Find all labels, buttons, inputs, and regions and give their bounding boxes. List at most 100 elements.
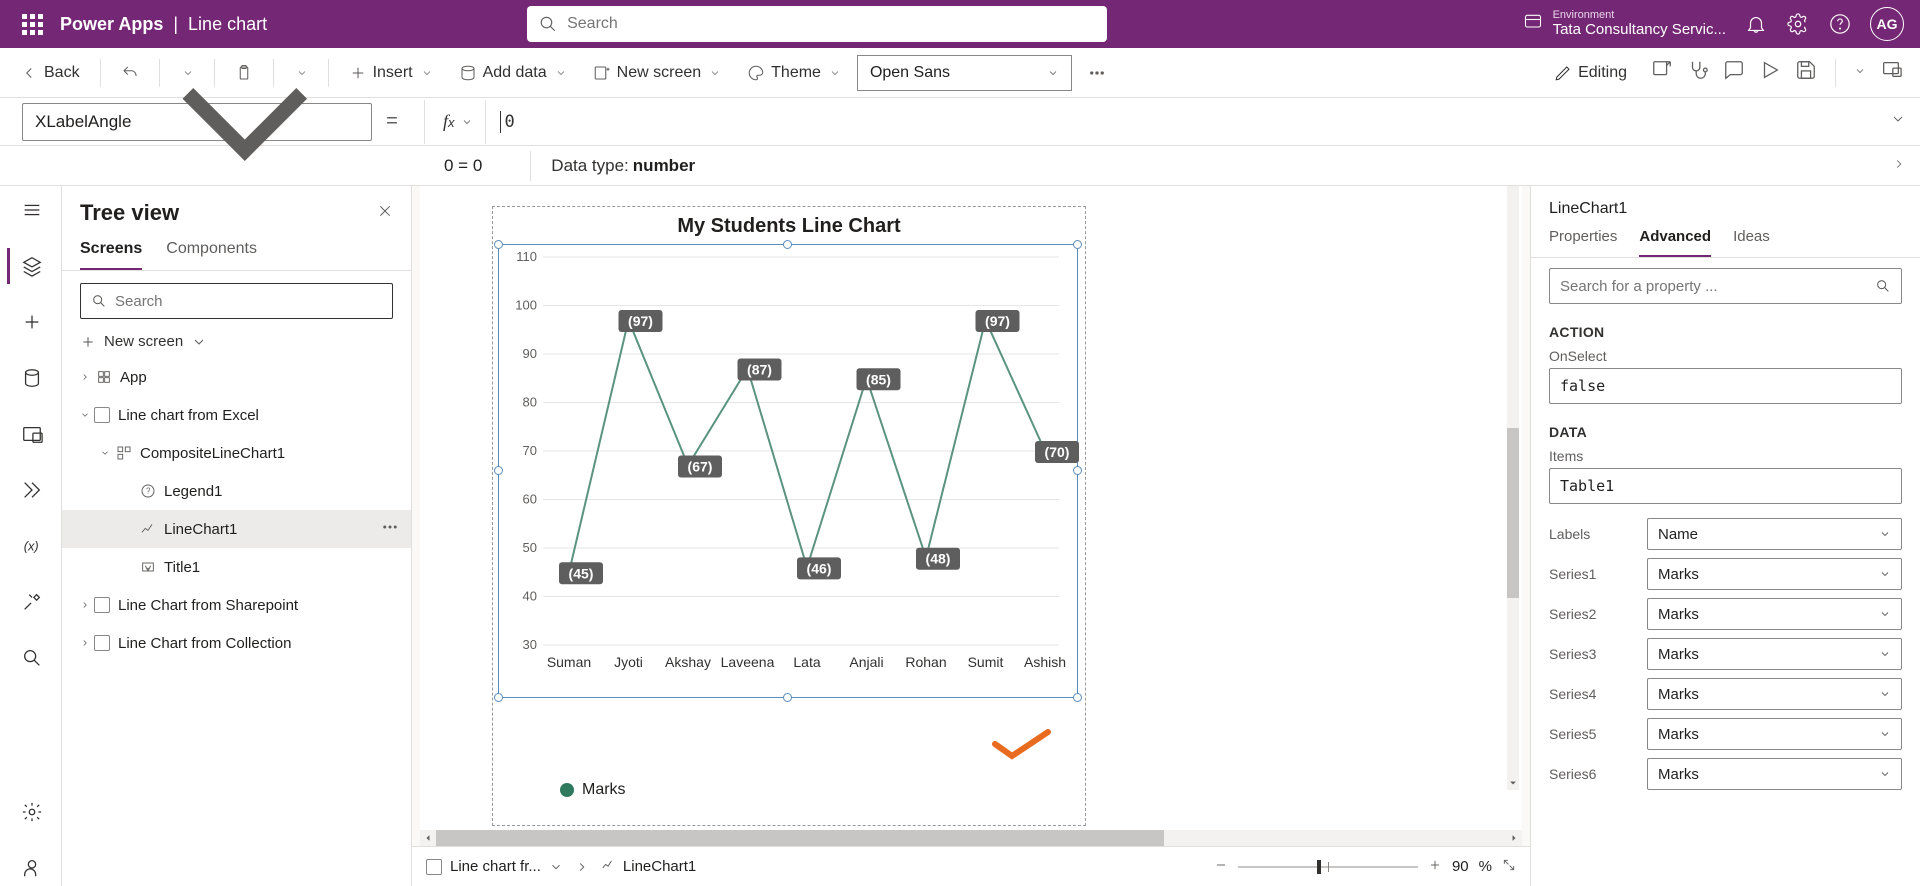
more-button[interactable] xyxy=(1078,58,1116,88)
zoom-in-button[interactable] xyxy=(1428,858,1442,876)
items-label: Items xyxy=(1531,442,1920,468)
checkbox[interactable] xyxy=(94,407,110,423)
datatype-next-button[interactable] xyxy=(1892,156,1920,176)
property-search[interactable] xyxy=(1549,268,1902,304)
settings-tab[interactable] xyxy=(7,794,55,830)
tab-components[interactable]: Components xyxy=(166,232,257,270)
items-input[interactable]: Table1 xyxy=(1549,468,1902,504)
new-screen-button-tree[interactable]: New screen xyxy=(62,325,411,358)
checkbox[interactable] xyxy=(94,635,110,651)
series2-select[interactable]: Marks xyxy=(1647,598,1902,630)
node-more-button[interactable] xyxy=(381,518,399,540)
global-search[interactable] xyxy=(527,6,1107,42)
media-tab[interactable] xyxy=(7,416,55,452)
back-button[interactable]: Back xyxy=(10,58,90,88)
virtual-agent-tab[interactable] xyxy=(7,850,55,886)
environment-picker[interactable]: Environment Tata Consultancy Servic... xyxy=(1523,9,1726,39)
formula-input[interactable]: 0 xyxy=(501,112,519,132)
add-data-button[interactable]: Add data xyxy=(449,58,577,88)
comments-button[interactable] xyxy=(1723,59,1745,86)
preview-button[interactable] xyxy=(1759,59,1781,86)
tree-view-tab[interactable] xyxy=(7,248,55,284)
app-checker-button[interactable] xyxy=(1687,59,1709,86)
tab-advanced[interactable]: Advanced xyxy=(1639,222,1711,257)
insert-tab[interactable] xyxy=(7,304,55,340)
tree-node-composite[interactable]: CompositeLineChart1 xyxy=(62,434,411,472)
fx-button[interactable]: fx xyxy=(437,111,473,132)
scroll-right-button[interactable] xyxy=(1506,833,1522,843)
search-icon xyxy=(539,15,557,33)
variables-tab[interactable]: (x) xyxy=(7,528,55,564)
theme-label: Theme xyxy=(771,64,821,82)
tree-node-screen-excel[interactable]: Line chart from Excel xyxy=(62,396,411,434)
new-screen-label: New screen xyxy=(617,64,701,82)
app-launcher[interactable] xyxy=(8,14,56,35)
zoom-slider[interactable] xyxy=(1238,866,1418,868)
publish-button[interactable] xyxy=(1880,59,1902,86)
new-screen-label: New screen xyxy=(104,333,183,350)
design-canvas[interactable]: My Students Line Chart 30405060708090100… xyxy=(420,186,1522,830)
tree-node-title[interactable]: Title1 xyxy=(62,548,411,586)
property-select[interactable]: XLabelAngle xyxy=(22,103,372,141)
gear-icon xyxy=(21,801,43,823)
svg-text:Lata: Lata xyxy=(793,654,820,670)
scroll-down-button[interactable] xyxy=(1507,776,1519,790)
tab-properties[interactable]: Properties xyxy=(1549,222,1617,257)
help-button[interactable] xyxy=(1828,12,1852,36)
scrollbar-thumb[interactable] xyxy=(436,830,1164,846)
settings-button[interactable] xyxy=(1786,12,1810,36)
linechart-control[interactable]: 30405060708090100110(45)(97)(67)(87)(46)… xyxy=(498,244,1078,698)
notifications-button[interactable] xyxy=(1744,12,1768,36)
series5-label: Series5 xyxy=(1549,726,1635,742)
property-search-input[interactable] xyxy=(1560,278,1875,295)
series6-select[interactable]: Marks xyxy=(1647,758,1902,790)
tools-tab[interactable] xyxy=(7,584,55,620)
zoom-out-button[interactable] xyxy=(1214,858,1228,876)
zoom-handle[interactable] xyxy=(1317,860,1321,874)
tree-node-app[interactable]: App xyxy=(62,358,411,396)
tree-node-screen-collection[interactable]: Line Chart from Collection xyxy=(62,624,411,662)
breadcrumb-screen[interactable]: Line chart fr... xyxy=(426,858,563,875)
tree-node-legend[interactable]: ? Legend1 xyxy=(62,472,411,510)
vertical-scrollbar[interactable] xyxy=(1507,186,1519,790)
tree-search-input[interactable] xyxy=(115,293,382,310)
help-icon xyxy=(1829,13,1851,35)
breadcrumb-control[interactable]: LineChart1 xyxy=(601,858,696,876)
theme-button[interactable]: Theme xyxy=(737,58,851,88)
account-avatar[interactable]: AG xyxy=(1870,7,1904,41)
labels-select[interactable]: Name xyxy=(1647,518,1902,550)
checkbox[interactable] xyxy=(94,597,110,613)
onselect-input[interactable]: false xyxy=(1549,368,1902,404)
search-tab[interactable] xyxy=(7,640,55,676)
editing-mode-button[interactable]: Editing xyxy=(1544,58,1637,88)
tab-ideas[interactable]: Ideas xyxy=(1733,222,1770,257)
series3-select[interactable]: Marks xyxy=(1647,638,1902,670)
checkbox[interactable] xyxy=(426,859,442,875)
scrollbar-thumb[interactable] xyxy=(1507,428,1519,598)
share-button[interactable] xyxy=(1651,59,1673,86)
menu-icon xyxy=(21,199,43,221)
environment-icon xyxy=(1523,12,1543,37)
horizontal-scrollbar[interactable] xyxy=(420,830,1522,846)
scroll-left-button[interactable] xyxy=(420,833,436,843)
tree-node-screen-sharepoint[interactable]: Line Chart from Sharepoint xyxy=(62,586,411,624)
hamburger-button[interactable] xyxy=(7,192,55,228)
save-button[interactable] xyxy=(1795,59,1817,86)
data-tab[interactable] xyxy=(7,360,55,396)
svg-text:Sumit: Sumit xyxy=(968,654,1004,670)
series5-select[interactable]: Marks xyxy=(1647,718,1902,750)
save-dropdown[interactable] xyxy=(1854,64,1866,82)
font-select[interactable]: Open Sans xyxy=(857,55,1072,91)
series4-select[interactable]: Marks xyxy=(1647,678,1902,710)
svg-text:Laveena: Laveena xyxy=(721,654,775,670)
expand-formula-button[interactable] xyxy=(1876,111,1920,132)
tree-search[interactable] xyxy=(80,283,393,319)
tab-screens[interactable]: Screens xyxy=(80,232,142,270)
close-tree-button[interactable] xyxy=(377,203,393,224)
power-automate-tab[interactable] xyxy=(7,472,55,508)
global-search-input[interactable] xyxy=(567,15,1095,33)
fit-to-screen-button[interactable] xyxy=(1502,858,1516,876)
series1-select[interactable]: Marks xyxy=(1647,558,1902,590)
tree-node-linechart[interactable]: LineChart1 xyxy=(62,510,411,548)
new-screen-button[interactable]: New screen xyxy=(583,58,731,88)
